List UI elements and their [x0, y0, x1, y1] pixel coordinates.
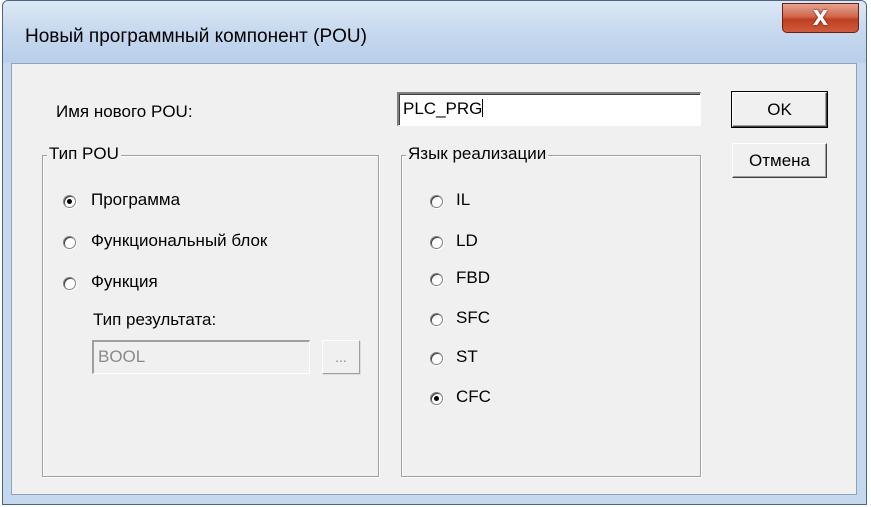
- dialog-client-area: Имя нового POU: PLC_PRG OK Отмена Тип PO…: [11, 63, 857, 495]
- radio-function-block-label[interactable]: Функциональный блок: [91, 231, 267, 251]
- radio-lang-cfc[interactable]: [430, 392, 443, 405]
- pou-name-value: PLC_PRG: [403, 99, 483, 118]
- pou-type-caption: Тип POU: [47, 144, 121, 164]
- result-type-input: BOOL: [92, 340, 310, 374]
- title-bar[interactable]: Новый программный компонент (POU) X: [3, 1, 866, 63]
- close-button[interactable]: X: [782, 3, 859, 33]
- name-label: Имя нового POU:: [56, 102, 193, 121]
- radio-function-label[interactable]: Функция: [91, 272, 158, 292]
- radio-lang-st-label[interactable]: ST: [456, 347, 478, 367]
- text-caret: [482, 99, 484, 117]
- close-icon: X: [812, 6, 829, 30]
- radio-lang-cfc-label[interactable]: CFC: [456, 387, 491, 407]
- radio-function-block[interactable]: [63, 236, 76, 249]
- radio-lang-il[interactable]: [430, 195, 443, 208]
- browse-button: ...: [322, 340, 360, 374]
- ok-button[interactable]: OK: [731, 91, 828, 128]
- radio-lang-ld[interactable]: [430, 236, 443, 249]
- window-title: Новый программный компонент (POU): [25, 26, 367, 47]
- result-type-label: Тип результата:: [93, 310, 217, 329]
- radio-lang-il-label[interactable]: IL: [456, 190, 470, 210]
- radio-program[interactable]: [63, 195, 76, 208]
- radio-lang-sfc[interactable]: [430, 313, 443, 326]
- radio-lang-fbd-label[interactable]: FBD: [456, 268, 490, 288]
- radio-lang-ld-label[interactable]: LD: [456, 231, 478, 251]
- language-group: Язык реализации: [401, 144, 701, 477]
- dialog-window: Новый программный компонент (POU) X Имя …: [2, 0, 867, 505]
- radio-function[interactable]: [63, 277, 76, 290]
- radio-lang-fbd[interactable]: [430, 273, 443, 286]
- pou-name-input[interactable]: PLC_PRG: [397, 92, 701, 126]
- cancel-button[interactable]: Отмена: [732, 143, 827, 178]
- radio-lang-st[interactable]: [430, 352, 443, 365]
- radio-program-label[interactable]: Программа: [91, 190, 180, 210]
- language-caption: Язык реализации: [406, 144, 549, 164]
- radio-lang-sfc-label[interactable]: SFC: [456, 308, 490, 328]
